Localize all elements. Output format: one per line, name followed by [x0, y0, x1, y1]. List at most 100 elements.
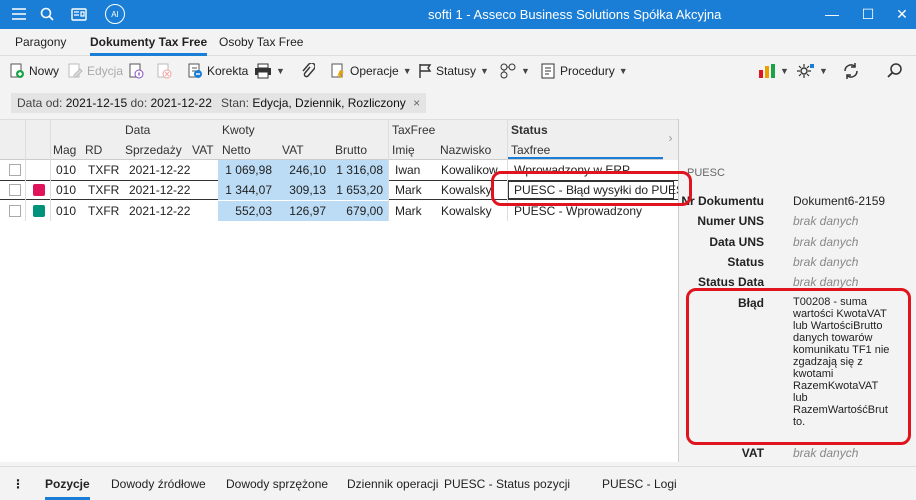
ai-assistant-icon[interactable]: AI — [105, 4, 125, 24]
edit-icon — [68, 63, 83, 78]
column-header-rd[interactable]: RD — [85, 143, 102, 157]
cell-nazwisko: Kowalsky — [441, 183, 492, 197]
tab-dowody-zrodlowe[interactable]: Dowody źródłowe — [111, 477, 206, 491]
tab-puesc-status-pozycji[interactable]: PUESC - Status pozycji — [444, 477, 570, 491]
status-color-marker — [33, 205, 45, 217]
search-icon — [887, 63, 902, 78]
cell-kwota-vat: 126,97 — [289, 204, 326, 218]
scroll-right-icon[interactable]: › — [663, 120, 678, 160]
tab-dowody-sprzezone[interactable]: Dowody sprzężone — [226, 477, 328, 491]
search-icon[interactable] — [38, 5, 56, 23]
refresh-icon — [844, 63, 858, 79]
chevron-down-icon: ▼ — [402, 66, 412, 76]
row-checkbox[interactable] — [9, 164, 21, 176]
cell-mag: 010 — [56, 163, 77, 177]
minimize-button[interactable]: — — [821, 4, 843, 24]
status-color-marker — [33, 184, 45, 196]
column-divider — [50, 120, 51, 221]
procedures-button[interactable]: Procedury ▼ — [540, 62, 628, 80]
flag-icon — [419, 64, 432, 78]
tab-puesc-logi[interactable]: PUESC - Logi — [602, 477, 677, 491]
bottom-menu-icon[interactable]: ⋮ — [12, 477, 24, 491]
field-value-numer-uns: brak danych — [793, 214, 859, 228]
document-info-icon — [129, 63, 144, 79]
field-label-status-data: Status Data — [697, 275, 764, 289]
edit-button[interactable]: Edycja — [67, 62, 123, 80]
column-header-netto[interactable]: Netto — [222, 143, 251, 157]
column-header-imie[interactable]: Imię — [392, 143, 415, 157]
chevron-down-icon: ▼ — [780, 66, 789, 76]
chevron-down-icon: ▼ — [618, 66, 628, 76]
card-icon[interactable] — [70, 5, 88, 23]
cell-mag: 010 — [56, 204, 77, 218]
chevron-down-icon: ▼ — [276, 66, 285, 76]
title-bar: AI softi 1 - Asseco Business Solutions S… — [0, 0, 916, 29]
relations-button[interactable]: ▼ — [499, 62, 530, 80]
date-to-value: 2021-12-22 — [150, 96, 212, 110]
date-filter-chip[interactable]: Data od: 2021-12-15 do: 2021-12-22 — [11, 93, 218, 113]
correction-button[interactable]: Korekta — [187, 62, 248, 80]
column-header-taxfree[interactable]: Taxfree — [511, 143, 550, 157]
filter-search-button[interactable] — [886, 62, 904, 80]
column-header-vat[interactable]: VAT — [192, 143, 214, 157]
cell-rd: TXFR — [88, 204, 120, 218]
bar-chart-icon — [759, 64, 775, 78]
field-label-numer-uns: Numer UNS — [697, 214, 764, 228]
cell-netto: 1 344,07 — [225, 183, 272, 197]
bottom-tabs: ⋮ Pozycje Dowody źródłowe Dowody sprzężo… — [0, 466, 916, 500]
operations-button[interactable]: Operacje ▼ — [330, 62, 412, 80]
settings-icon — [797, 64, 814, 78]
field-value-nr-dokumentu: Dokument6-2159 — [793, 194, 886, 208]
operations-icon — [331, 63, 344, 78]
correction-icon — [188, 63, 202, 78]
state-filter-chip[interactable]: Stan: Edycja, Dziennik, Rozliczony × — [215, 93, 427, 113]
statuses-button[interactable]: Statusy ▼ — [418, 62, 489, 80]
group-header-kwoty: Kwoty — [222, 123, 255, 137]
settings-button[interactable]: ▼ — [797, 62, 828, 80]
column-header-sprzedazy[interactable]: Sprzedaży — [125, 143, 182, 157]
field-value-status-data: brak danych — [793, 275, 859, 289]
tab-pozycje[interactable]: Pozycje — [45, 477, 90, 500]
row-checkbox[interactable] — [9, 184, 21, 196]
cell-data: 2021-12-22 — [129, 183, 191, 197]
cell-data: 2021-12-22 — [129, 204, 191, 218]
document-info-button[interactable] — [128, 62, 144, 80]
filter-bar: Data od: 2021-12-15 do: 2021-12-22 Stan:… — [0, 89, 916, 117]
date-from-value: 2021-12-15 — [65, 96, 128, 110]
attachment-button[interactable] — [301, 62, 315, 80]
hamburger-menu-icon[interactable] — [10, 5, 28, 23]
close-button[interactable]: ✕ — [891, 4, 913, 24]
tab-dziennik-operacji[interactable]: Dziennik operacji — [347, 477, 438, 491]
cell-brutto: 679,00 — [346, 204, 383, 218]
tab-dokumenty-tax-free[interactable]: Dokumenty Tax Free — [90, 35, 208, 56]
field-label-data-uns: Data UNS — [709, 235, 764, 249]
grid-column-header: Mag RD Sprzedaży VAT Netto VAT Brutto Im… — [0, 140, 678, 160]
field-value-data-uns: brak danych — [793, 235, 859, 249]
column-header-kwota-vat[interactable]: VAT — [282, 143, 304, 157]
chevron-down-icon: ▼ — [480, 66, 489, 76]
tab-osoby-tax-free[interactable]: Osoby Tax Free — [219, 35, 303, 49]
column-header-brutto[interactable]: Brutto — [335, 143, 367, 157]
charts-button[interactable]: ▼ — [758, 62, 789, 80]
refresh-button[interactable] — [842, 62, 860, 80]
column-header-mag[interactable]: Mag — [53, 143, 76, 157]
panel-title: PUESC — [687, 167, 725, 179]
row-checkbox[interactable] — [9, 205, 21, 217]
field-label-vat: VAT — [741, 446, 764, 460]
delete-document-button[interactable] — [156, 62, 172, 80]
tab-paragony[interactable]: Paragony — [15, 35, 66, 49]
column-header-nazwisko[interactable]: Nazwisko — [440, 143, 491, 157]
group-header-status: Status — [511, 123, 548, 137]
group-header-taxfree: TaxFree — [392, 123, 436, 137]
new-button[interactable]: Nowy — [9, 62, 59, 80]
clear-filter-icon[interactable]: × — [413, 96, 420, 110]
cell-kwota-vat: 246,10 — [289, 163, 326, 177]
cell-nazwisko: Kowalsky — [441, 204, 492, 218]
date-filter-label: Data — [17, 96, 43, 110]
relations-icon — [500, 63, 516, 79]
new-button-label: Nowy — [29, 64, 60, 78]
maximize-button[interactable]: ☐ — [857, 4, 879, 24]
paperclip-icon — [302, 63, 315, 78]
group-header-data: Data — [125, 123, 151, 137]
print-button[interactable]: ▼ — [254, 62, 285, 80]
